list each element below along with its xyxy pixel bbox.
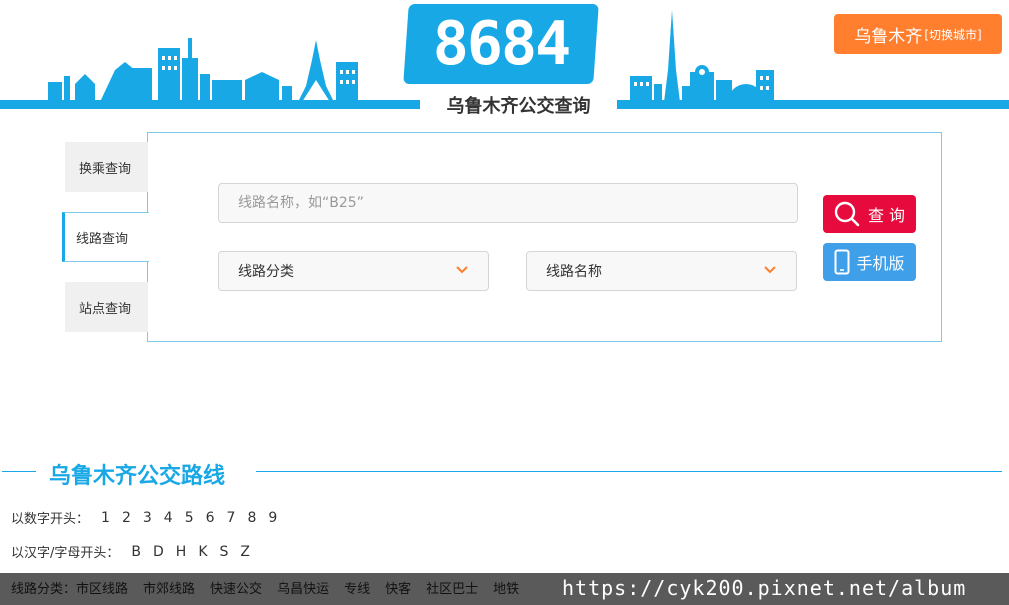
- letter-link[interactable]: S: [220, 544, 229, 560]
- skyline-left-illustration: [48, 38, 358, 102]
- digit-link[interactable]: 1: [101, 510, 110, 526]
- digit-index-label: 以数字开头：: [11, 512, 90, 527]
- switch-city-button[interactable]: 乌鲁木齐 [切换城市]: [834, 14, 1002, 54]
- letter-link[interactable]: H: [176, 544, 187, 560]
- mobile-version-button[interactable]: 手机版: [823, 243, 916, 281]
- letter-link[interactable]: Z: [240, 544, 250, 560]
- search-panel: [147, 132, 942, 342]
- digit-link[interactable]: 7: [227, 510, 236, 526]
- category-link[interactable]: 社区巴士: [426, 578, 478, 597]
- section-rule-left: [2, 471, 36, 472]
- category-link[interactable]: 乌昌快运: [277, 578, 329, 597]
- section-rule-right: [256, 471, 1002, 472]
- page: 8684 乌鲁木齐公交查询 乌鲁木齐 [切换城市] 换乘查询 线路查询 站点查询…: [0, 0, 1009, 605]
- skyline-right-illustration: [630, 10, 774, 102]
- digit-index-row: 以数字开头： 1 2 3 4 5 6 7 8 9: [11, 508, 283, 528]
- digit-link[interactable]: 8: [247, 510, 256, 526]
- letter-link[interactable]: K: [198, 544, 207, 560]
- tab-label: 站点查询: [79, 301, 132, 317]
- tab-transfer-query[interactable]: 换乘查询: [65, 142, 148, 192]
- line-category-select[interactable]: 线路分类: [218, 251, 489, 291]
- watermark-text: https://cyk200.pixnet.net/album: [562, 576, 967, 600]
- current-city-name: 乌鲁木齐: [854, 26, 923, 47]
- category-link[interactable]: 市郊线路: [143, 578, 195, 597]
- tab-line-query[interactable]: 线路查询: [62, 212, 149, 262]
- routes-section-title: 乌鲁木齐公交路线: [49, 464, 226, 489]
- category-link[interactable]: 市区线路: [76, 578, 128, 597]
- letter-index-label: 以汉字/字母开头：: [11, 546, 120, 561]
- digit-link[interactable]: 6: [206, 510, 215, 526]
- category-link[interactable]: 地铁: [493, 578, 519, 597]
- mobile-button-label: 手机版: [856, 254, 905, 273]
- category-link[interactable]: 专线: [344, 578, 370, 597]
- digit-link[interactable]: 2: [122, 510, 131, 526]
- chevron-down-icon: [456, 266, 468, 274]
- line-category-row: 线路分类： 市区线路 市郊线路 快速公交 乌昌快运 专线 快客 社区巴士 地铁: [11, 578, 534, 597]
- header: 8684 乌鲁木齐公交查询 乌鲁木齐 [切换城市]: [0, 0, 1009, 120]
- select-label: 线路名称: [546, 264, 602, 280]
- search-button-label: 查 询: [867, 206, 906, 225]
- digit-link[interactable]: 5: [185, 510, 194, 526]
- digit-link[interactable]: 4: [164, 510, 173, 526]
- search-icon: [834, 201, 860, 227]
- category-link[interactable]: 快客: [385, 578, 411, 597]
- site-logo[interactable]: 8684: [403, 4, 599, 84]
- letter-link[interactable]: D: [153, 544, 164, 560]
- line-category-label: 线路分类：: [11, 582, 77, 597]
- tab-label: 线路查询: [76, 231, 129, 247]
- site-title: 乌鲁木齐公交查询: [446, 96, 591, 117]
- category-link[interactable]: 快速公交: [210, 578, 262, 597]
- tab-label: 换乘查询: [79, 161, 132, 177]
- line-name-select[interactable]: 线路名称: [526, 251, 797, 291]
- logo-text: 8684: [432, 9, 570, 79]
- digit-link[interactable]: 9: [268, 510, 277, 526]
- switch-city-label: [切换城市]: [924, 27, 982, 42]
- mobile-phone-icon: [834, 249, 850, 275]
- line-name-input[interactable]: [218, 183, 798, 223]
- search-button[interactable]: 查 询: [823, 195, 916, 233]
- chevron-down-icon: [764, 266, 776, 274]
- letter-link[interactable]: B: [131, 544, 141, 560]
- select-label: 线路分类: [238, 264, 294, 280]
- digit-link[interactable]: 3: [143, 510, 152, 526]
- letter-index-row: 以汉字/字母开头： B D H K S Z: [11, 542, 256, 562]
- tab-station-query[interactable]: 站点查询: [65, 282, 148, 332]
